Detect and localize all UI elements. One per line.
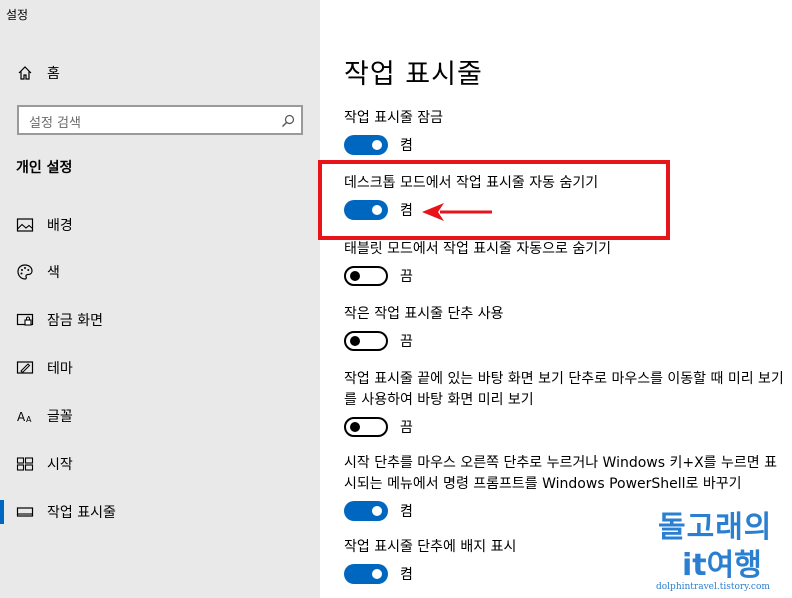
sidebar-item-label: 배경 bbox=[47, 218, 73, 234]
sidebar-item-lock-screen[interactable]: 잠금 화면 bbox=[0, 302, 320, 338]
nav-home[interactable]: 홈 bbox=[0, 58, 320, 88]
toggle-state: 끔 bbox=[400, 269, 413, 285]
taskbar-icon bbox=[16, 503, 34, 521]
toggle-switch[interactable] bbox=[344, 501, 388, 521]
setting-small-buttons: 작은 작업 표시줄 단추 사용 끔 bbox=[344, 304, 784, 351]
toggle-switch[interactable] bbox=[344, 135, 388, 155]
sidebar-item-start[interactable]: 시작 bbox=[0, 446, 320, 482]
toggle-switch[interactable] bbox=[344, 266, 388, 286]
sidebar-item-label: 시작 bbox=[47, 457, 73, 473]
svg-text:A: A bbox=[26, 415, 32, 424]
sidebar-item-label: 글꼴 bbox=[47, 409, 73, 425]
sidebar-item-theme[interactable]: 테마 bbox=[0, 350, 320, 386]
page-title: 작업 표시줄 bbox=[344, 59, 483, 90]
nav-home-label: 홈 bbox=[47, 66, 60, 82]
toggle-state: 켬 bbox=[400, 504, 413, 520]
active-indicator bbox=[0, 500, 4, 524]
sidebar-item-color[interactable]: 색 bbox=[0, 254, 320, 290]
sidebar-item-label: 작업 표시줄 bbox=[47, 505, 116, 521]
search-input[interactable]: 설정 검색 bbox=[17, 105, 303, 135]
svg-text:A: A bbox=[17, 410, 26, 424]
arrow-left-icon bbox=[422, 203, 492, 221]
home-icon bbox=[16, 64, 34, 82]
start-icon bbox=[16, 455, 34, 473]
toggle-switch[interactable] bbox=[344, 564, 388, 584]
setting-peek: 작업 표시줄 끝에 있는 바탕 화면 보기 단추로 마우스를 이동할 때 미리 … bbox=[344, 369, 784, 437]
sidebar-item-label: 잠금 화면 bbox=[47, 313, 103, 329]
toggle-switch[interactable] bbox=[344, 331, 388, 351]
setting-label: 작은 작업 표시줄 단추 사용 bbox=[344, 306, 504, 322]
toggle-state: 끔 bbox=[400, 334, 413, 350]
setting-lock-taskbar: 작업 표시줄 잠금 켬 bbox=[344, 108, 784, 155]
theme-icon bbox=[16, 359, 34, 377]
toggle-knob bbox=[350, 271, 360, 281]
sidebar-item-label: 색 bbox=[47, 265, 60, 281]
setting-label: 작업 표시줄 잠금 bbox=[344, 110, 444, 126]
image-icon bbox=[16, 216, 34, 234]
app-title: 설정 bbox=[6, 8, 29, 22]
search-icon[interactable] bbox=[281, 113, 295, 127]
toggle-knob bbox=[372, 140, 382, 150]
toggle-knob bbox=[372, 506, 382, 516]
search-placeholder: 설정 검색 bbox=[29, 116, 81, 131]
setting-label: 태블릿 모드에서 작업 표시줄 자동으로 숨기기 bbox=[344, 241, 611, 257]
toggle-state: 켬 bbox=[400, 138, 413, 154]
sidebar-item-background[interactable]: 배경 bbox=[0, 207, 320, 243]
sidebar-item-taskbar[interactable]: 작업 표시줄 bbox=[0, 494, 320, 530]
toggle-switch[interactable] bbox=[344, 417, 388, 437]
toggle-state: 켬 bbox=[400, 567, 413, 583]
lock-screen-icon bbox=[16, 311, 34, 329]
setting-label: 작업 표시줄 끝에 있는 바탕 화면 보기 단추로 마우스를 이동할 때 미리 … bbox=[344, 371, 784, 408]
watermark-url: dolphintravel.tistory.com bbox=[656, 582, 770, 592]
sidebar-item-label: 테마 bbox=[47, 361, 73, 377]
setting-label: 시작 단추를 마우스 오른쪽 단추로 누르거나 Windows 키+X를 누르면… bbox=[344, 455, 777, 492]
toggle-state: 끔 bbox=[400, 420, 413, 436]
toggle-knob bbox=[350, 336, 360, 346]
watermark-logo: 돌고래의 it여행 dolphintravel.tistory.com bbox=[652, 500, 792, 598]
toggle-knob bbox=[372, 569, 382, 579]
watermark-line2: it여행 bbox=[682, 548, 762, 583]
setting-autohide-tablet: 태블릿 모드에서 작업 표시줄 자동으로 숨기기 끔 bbox=[344, 239, 784, 286]
section-title: 개인 설정 bbox=[16, 160, 73, 176]
font-icon: AA bbox=[16, 407, 34, 425]
sidebar-item-fonts[interactable]: AA 글꼴 bbox=[0, 398, 320, 434]
toggle-knob bbox=[350, 422, 360, 432]
palette-icon bbox=[16, 263, 34, 281]
sidebar: 설정 홈 설정 검색 개인 설정 배경 색 잠금 화면 테마 A A 글꼴 시작… bbox=[0, 0, 320, 598]
